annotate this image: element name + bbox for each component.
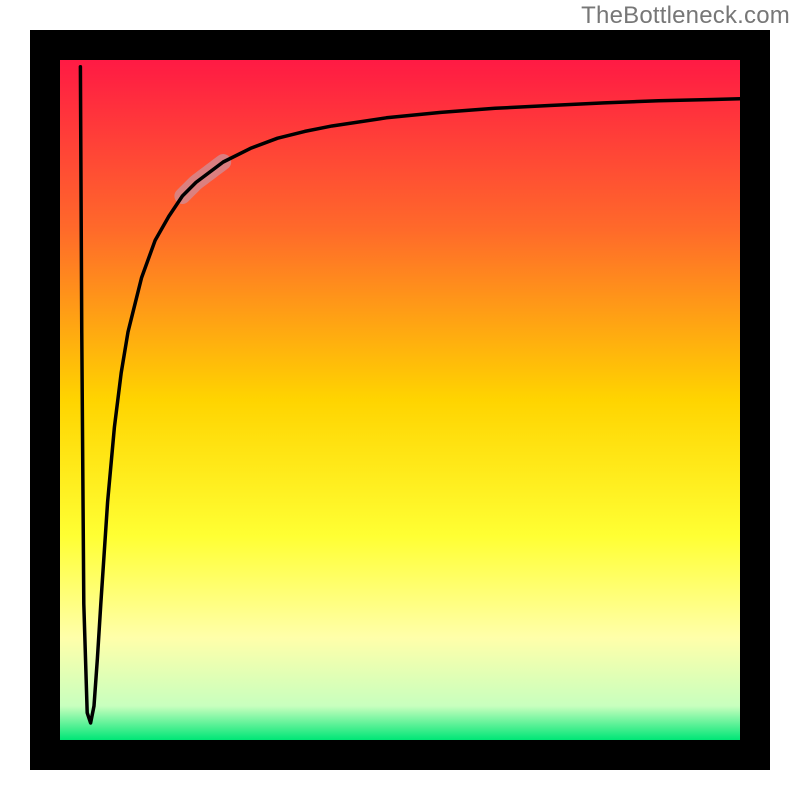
bottleneck-chart [0, 0, 800, 800]
plot-background [60, 60, 740, 740]
